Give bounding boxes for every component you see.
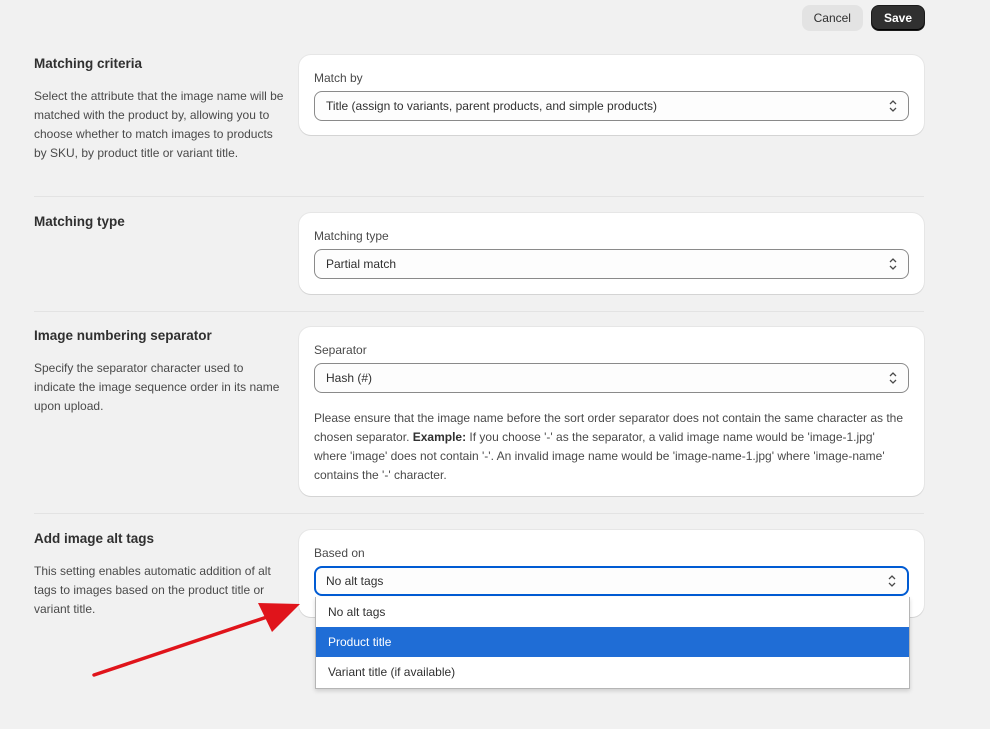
separator-section: Image numbering separator Specify the se…	[34, 327, 924, 502]
save-button[interactable]: Save	[870, 5, 925, 31]
matching-type-card: Matching type Partial match	[299, 213, 924, 294]
separator-label: Separator	[314, 343, 367, 357]
based-on-select[interactable]: No alt tags	[314, 566, 909, 596]
separator-select[interactable]: Hash (#)	[314, 363, 909, 393]
divider	[34, 196, 924, 197]
matching-type-label: Matching type	[314, 229, 389, 243]
option-no-alt-tags[interactable]: No alt tags	[316, 597, 909, 627]
cancel-button[interactable]: Cancel	[801, 5, 863, 31]
divider	[34, 513, 924, 514]
chevron-up-down-icon	[889, 372, 897, 384]
separator-help-text: Please ensure that the image name before…	[314, 409, 909, 485]
section-title: Add image alt tags	[34, 531, 155, 546]
matching-type-select[interactable]: Partial match	[314, 249, 909, 279]
match-by-select[interactable]: Title (assign to variants, parent produc…	[314, 91, 909, 121]
matching-type-description: Matching type	[34, 214, 284, 245]
separator-description: Image numbering separator Specify the se…	[34, 328, 284, 416]
section-title: Image numbering separator	[34, 328, 212, 343]
section-description: Select the attribute that the image name…	[34, 89, 284, 160]
divider	[34, 311, 924, 312]
option-product-title[interactable]: Product title	[316, 627, 909, 657]
based-on-label: Based on	[314, 546, 365, 560]
section-title: Matching type	[34, 214, 125, 229]
separator-value: Hash (#)	[326, 371, 373, 385]
matching-type-value: Partial match	[326, 257, 397, 271]
matching-criteria-card: Match by Title (assign to variants, pare…	[299, 55, 924, 135]
chevron-up-down-icon	[889, 100, 897, 112]
matching-type-section: Matching type Matching type Partial matc…	[34, 213, 924, 303]
chevron-up-down-icon	[888, 575, 896, 587]
based-on-value: No alt tags	[326, 574, 384, 588]
based-on-dropdown-list: No alt tags Product title Variant title …	[315, 597, 910, 689]
option-variant-title[interactable]: Variant title (if available)	[316, 657, 909, 687]
page-actions: Cancel Save	[801, 5, 925, 31]
match-by-value: Title (assign to variants, parent produc…	[326, 99, 658, 113]
section-description: Specify the separator character used to …	[34, 361, 280, 413]
note-example-label: Example:	[412, 430, 467, 444]
matching-criteria-description: Matching criteria Select the attribute t…	[34, 56, 284, 163]
chevron-up-down-icon	[889, 258, 897, 270]
matching-criteria-section: Matching criteria Select the attribute t…	[34, 55, 924, 195]
section-title: Matching criteria	[34, 56, 143, 71]
annotation-arrow-icon	[92, 603, 300, 677]
match-by-label: Match by	[314, 71, 363, 85]
separator-card: Separator Hash (#) Please ensure that th…	[299, 327, 924, 496]
